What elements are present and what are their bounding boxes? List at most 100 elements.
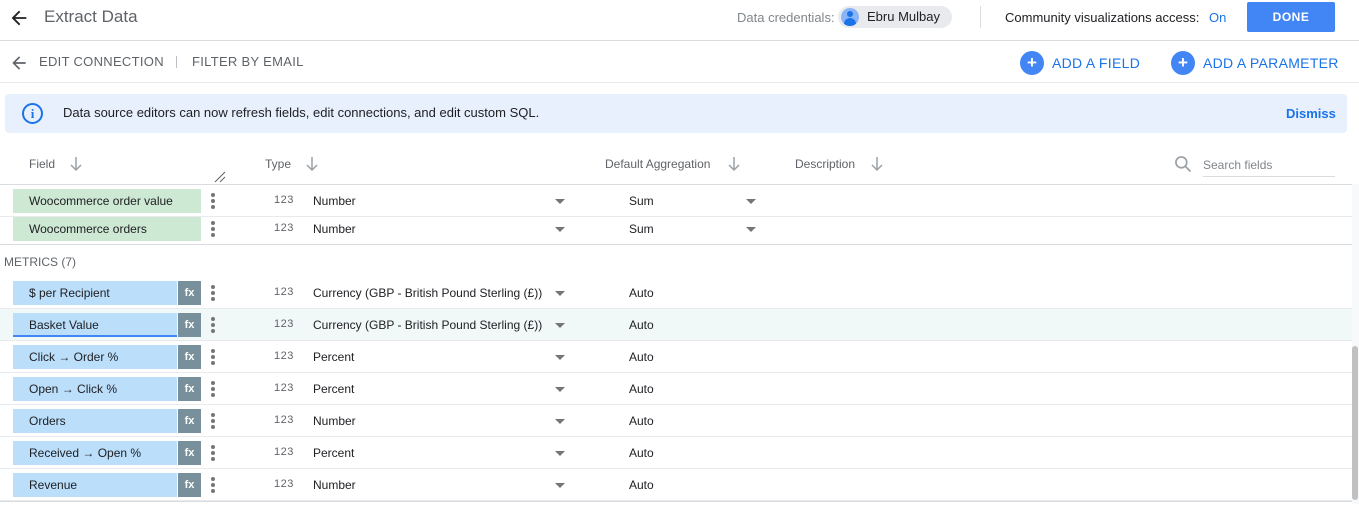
dropdown-arrow-icon[interactable] — [555, 323, 565, 328]
dropdown-arrow-icon[interactable] — [746, 227, 756, 232]
plus-icon: + — [1020, 51, 1044, 75]
field-name-chip[interactable]: $ per Recipient — [13, 281, 177, 305]
table-row[interactable]: Revenue fx 123 Number Auto — [0, 469, 1352, 501]
add-parameter-button[interactable]: + ADD A PARAMETER — [1171, 51, 1339, 75]
calculated-field-badge[interactable]: fx — [178, 409, 201, 433]
column-header-field[interactable]: Field — [29, 157, 55, 171]
add-field-button[interactable]: + ADD A FIELD — [1020, 51, 1140, 75]
aggregation-value: Auto — [629, 414, 654, 428]
connection-bar: EDIT CONNECTION FILTER BY EMAIL + ADD A … — [0, 41, 1359, 83]
field-name-chip[interactable]: Open → Click % — [13, 377, 177, 401]
number-type-icon: 123 — [274, 382, 294, 394]
more-vert-icon[interactable] — [209, 221, 217, 237]
field-type-select[interactable]: Percent — [313, 446, 354, 460]
table-row[interactable]: Click → Order % fx 123 Percent Auto — [0, 341, 1352, 373]
banner-message: Data source editors can now refresh fiel… — [63, 105, 540, 120]
field-type-select[interactable]: Number — [313, 414, 356, 428]
field-name-chip[interactable]: Received → Open % — [13, 441, 177, 465]
field-type-select[interactable]: Currency (GBP - British Pound Sterling (… — [313, 318, 542, 332]
aggregation-value: Auto — [629, 478, 654, 492]
credentials-label: Data credentials: — [737, 10, 835, 25]
table-row[interactable]: Received → Open % fx 123 Percent Auto — [0, 437, 1352, 469]
add-parameter-label: ADD A PARAMETER — [1203, 55, 1339, 71]
dropdown-arrow-icon[interactable] — [555, 355, 565, 360]
number-type-icon: 123 — [274, 350, 294, 362]
dropdown-arrow-icon[interactable] — [746, 199, 756, 204]
dropdown-arrow-icon[interactable] — [555, 199, 565, 204]
dropdown-arrow-icon[interactable] — [555, 387, 565, 392]
sort-arrow-down-icon[interactable] — [727, 156, 741, 172]
info-banner: i Data source editors can now refresh fi… — [5, 94, 1347, 133]
more-vert-icon[interactable] — [209, 193, 217, 209]
field-name-chip[interactable]: Basket Value — [13, 313, 177, 337]
field-type-select[interactable]: Number — [313, 194, 356, 208]
aggregation-select[interactable]: Sum — [629, 222, 654, 236]
field-type-select[interactable]: Number — [313, 222, 356, 236]
table-bottom-border — [0, 501, 1352, 502]
more-vert-icon[interactable] — [209, 413, 217, 429]
calculated-field-badge[interactable]: fx — [178, 441, 201, 465]
aggregation-value: Auto — [629, 286, 654, 300]
sort-arrow-down-icon[interactable] — [305, 156, 319, 172]
done-button[interactable]: DONE — [1247, 2, 1335, 32]
community-access-label: Community visualizations access: — [1005, 10, 1200, 25]
field-name-chip[interactable]: Revenue — [13, 473, 177, 497]
table-row[interactable]: Orders fx 123 Number Auto — [0, 405, 1352, 437]
field-name-chip[interactable]: Click → Order % — [13, 345, 177, 369]
sort-arrow-down-icon[interactable] — [69, 156, 83, 172]
resize-handle-icon[interactable] — [214, 171, 226, 183]
field-type-select[interactable]: Currency (GBP - British Pound Sterling (… — [313, 286, 542, 300]
dropdown-arrow-icon[interactable] — [555, 291, 565, 296]
divider — [980, 6, 981, 28]
info-icon: i — [22, 103, 43, 124]
more-vert-icon[interactable] — [209, 445, 217, 461]
number-type-icon: 123 — [274, 414, 294, 426]
field-type-select[interactable]: Percent — [313, 350, 354, 364]
table-row[interactable]: Open → Click % fx 123 Percent Auto — [0, 373, 1352, 405]
back-arrow-icon[interactable] — [8, 7, 30, 29]
calculated-field-badge[interactable]: fx — [178, 281, 201, 305]
search-fields-input[interactable] — [1203, 153, 1335, 177]
field-name-chip[interactable]: Woocommerce orders — [13, 217, 201, 241]
divider — [176, 56, 177, 68]
community-access-toggle[interactable]: On — [1209, 10, 1226, 25]
dropdown-arrow-icon[interactable] — [555, 419, 565, 424]
credentials-chip[interactable]: Ebru Mulbay — [838, 6, 952, 28]
column-header-type[interactable]: Type — [265, 157, 291, 171]
calculated-field-badge[interactable]: fx — [178, 377, 201, 401]
credentials-user-name: Ebru Mulbay — [867, 9, 940, 24]
column-header-description[interactable]: Description — [795, 157, 855, 171]
user-avatar-icon — [841, 8, 859, 26]
calculated-field-badge[interactable]: fx — [178, 313, 201, 337]
field-name-chip[interactable]: Woocommerce order value — [13, 189, 201, 213]
more-vert-icon[interactable] — [209, 477, 217, 493]
field-type-select[interactable]: Percent — [313, 382, 354, 396]
more-vert-icon[interactable] — [209, 349, 217, 365]
dropdown-arrow-icon[interactable] — [555, 483, 565, 488]
back-arrow-icon[interactable] — [9, 53, 29, 73]
more-vert-icon[interactable] — [209, 317, 217, 333]
aggregation-select[interactable]: Sum — [629, 194, 654, 208]
field-name-chip[interactable]: Orders — [13, 409, 177, 433]
dropdown-arrow-icon[interactable] — [555, 227, 565, 232]
scrollbar-thumb[interactable] — [1352, 346, 1358, 500]
table-row[interactable]: $ per Recipient fx 123 Currency (GBP - B… — [0, 277, 1352, 309]
field-type-select[interactable]: Number — [313, 478, 356, 492]
add-field-label: ADD A FIELD — [1052, 55, 1141, 71]
aggregation-value: Auto — [629, 446, 654, 460]
table-row[interactable]: Basket Value fx 123 Currency (GBP - Brit… — [0, 309, 1352, 341]
calculated-field-badge[interactable]: fx — [178, 345, 201, 369]
sort-arrow-down-icon[interactable] — [870, 156, 884, 172]
plus-icon: + — [1171, 51, 1195, 75]
dropdown-arrow-icon[interactable] — [555, 451, 565, 456]
table-row[interactable]: Woocommerce orders 123 Number Sum — [0, 213, 1352, 245]
more-vert-icon[interactable] — [209, 285, 217, 301]
edit-connection-link[interactable]: EDIT CONNECTION — [39, 54, 164, 69]
filter-by-email-link[interactable]: FILTER BY EMAIL — [192, 54, 304, 69]
search-icon — [1175, 156, 1192, 173]
calculated-field-badge[interactable]: fx — [178, 473, 201, 497]
aggregation-value: Auto — [629, 318, 654, 332]
dismiss-button[interactable]: Dismiss — [1286, 106, 1336, 121]
more-vert-icon[interactable] — [209, 381, 217, 397]
column-header-aggregation[interactable]: Default Aggregation — [605, 157, 710, 171]
